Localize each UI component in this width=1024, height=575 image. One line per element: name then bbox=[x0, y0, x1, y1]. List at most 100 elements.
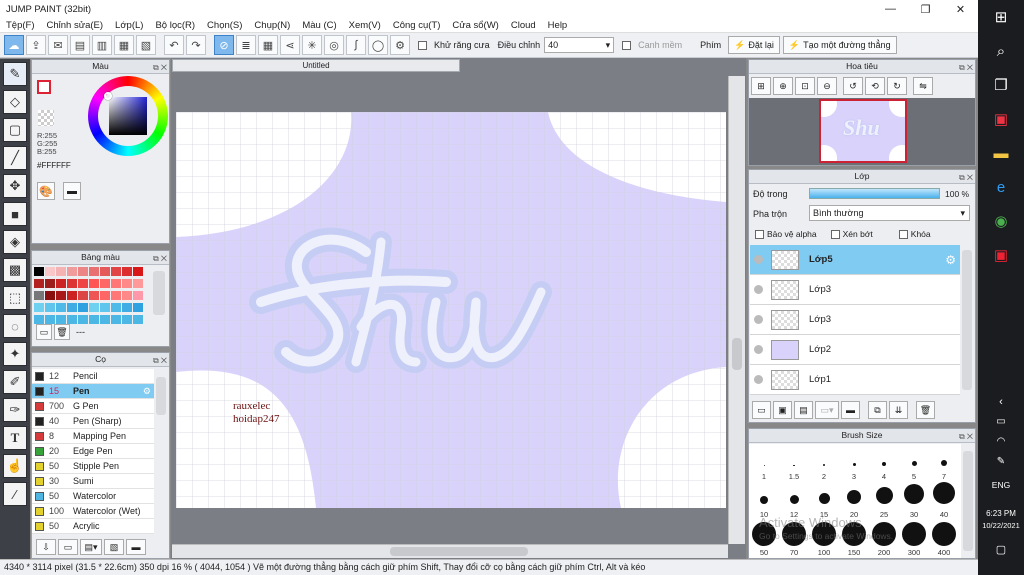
palette-swatch[interactable] bbox=[56, 267, 66, 276]
palette-swatch[interactable] bbox=[34, 291, 44, 300]
layer-row[interactable]: Lớp2 bbox=[750, 335, 960, 365]
select-tool-icon[interactable]: ⬚ bbox=[3, 286, 27, 310]
brush-item[interactable]: 50 Acrylic bbox=[32, 519, 154, 534]
new-layer-icon[interactable]: ▭ bbox=[752, 401, 771, 419]
brush-folder-icon[interactable]: ▬ bbox=[126, 539, 146, 555]
brush-size-cell[interactable]: 25 bbox=[869, 482, 899, 520]
edge-icon[interactable]: e bbox=[978, 170, 1024, 204]
brush-settings-icon[interactable]: ▧ bbox=[104, 539, 124, 555]
brush-size-cell[interactable]: 3 bbox=[839, 444, 869, 482]
page-icon[interactable]: ▦ bbox=[114, 35, 134, 55]
clip-checkbox[interactable] bbox=[830, 229, 840, 239]
brush-item[interactable]: 100 Watercolor (Wet) bbox=[32, 504, 154, 519]
palette-swatch[interactable] bbox=[100, 303, 110, 312]
snap-off-icon[interactable]: ⊘ bbox=[214, 35, 234, 55]
palette-swatch[interactable] bbox=[111, 267, 121, 276]
clock-time[interactable]: 6:23 PM bbox=[978, 509, 1024, 518]
palette-swatch[interactable] bbox=[45, 291, 55, 300]
new-layer-8bit-icon[interactable]: ▣ bbox=[773, 401, 792, 419]
message-icon[interactable]: ▤ bbox=[70, 35, 90, 55]
layer-visibility-icon[interactable] bbox=[754, 285, 763, 294]
panel-close-icon[interactable]: ⧉ ✕ bbox=[959, 61, 973, 74]
palette-swatch[interactable] bbox=[67, 291, 77, 300]
menu-layer[interactable]: Lớp(L) bbox=[109, 20, 149, 31]
snap-grid-icon[interactable]: ▦ bbox=[258, 35, 278, 55]
snap-curve-icon[interactable]: ∫ bbox=[346, 35, 366, 55]
store-icon[interactable]: ▣ bbox=[978, 102, 1024, 136]
reset-button[interactable]: ⚡ Đặt lại bbox=[728, 36, 780, 54]
brush-size-cell[interactable]: 7 bbox=[929, 444, 959, 482]
brush-item[interactable]: 20 Edge Pen bbox=[32, 444, 154, 459]
windows-start-icon[interactable]: ⊞ bbox=[978, 0, 1024, 34]
brush-download-icon[interactable]: ⇩ bbox=[36, 539, 56, 555]
document-icon[interactable]: ▥ bbox=[92, 35, 112, 55]
brush-size-cell[interactable]: 1.5 bbox=[779, 444, 809, 482]
select-pen-icon[interactable]: ✐ bbox=[3, 370, 27, 394]
brush-item[interactable]: 700 G Pen bbox=[32, 399, 154, 414]
battery-icon[interactable]: ▭ bbox=[978, 416, 1024, 427]
palette-swatch[interactable] bbox=[34, 279, 44, 288]
panel-close-icon[interactable]: ⧉ ✕ bbox=[959, 171, 973, 184]
palette-swatch[interactable] bbox=[78, 303, 88, 312]
gradient-tool-icon[interactable]: ▩ bbox=[3, 258, 27, 282]
clock-date[interactable]: 10/22/2021 bbox=[978, 521, 1024, 530]
panel-close-icon[interactable]: ⧉ ✕ bbox=[153, 354, 167, 367]
brush-size-scrollbar[interactable] bbox=[963, 451, 973, 551]
antialias-checkbox[interactable] bbox=[418, 40, 427, 50]
palette-swatch[interactable] bbox=[78, 267, 88, 276]
brush-item[interactable]: 40 Pen (Sharp) bbox=[32, 414, 154, 429]
layer-row[interactable]: Lớp1 bbox=[750, 365, 960, 395]
menu-view[interactable]: Xem(V) bbox=[343, 20, 387, 31]
grid-settings-icon[interactable]: ▧ bbox=[136, 35, 156, 55]
rotate-reset-icon[interactable]: ⟲ bbox=[865, 77, 885, 95]
chrome-icon[interactable]: ◉ bbox=[978, 204, 1024, 238]
brush-size-cell[interactable]: 400 bbox=[929, 520, 959, 558]
minimize-button[interactable]: — bbox=[873, 0, 908, 18]
palette-swatch[interactable] bbox=[45, 315, 55, 324]
close-button[interactable]: ✕ bbox=[943, 0, 978, 18]
zoom-in-icon[interactable]: ⊕ bbox=[773, 77, 793, 95]
pen-icon[interactable]: ✎ bbox=[978, 456, 1024, 467]
menu-capture[interactable]: Chụp(N) bbox=[248, 20, 296, 31]
gear-icon[interactable]: ⚙ bbox=[945, 253, 956, 267]
undo-icon[interactable]: ↶ bbox=[164, 35, 184, 55]
operation-tool-icon[interactable]: ☝ bbox=[3, 454, 27, 478]
palette-swatch[interactable] bbox=[67, 315, 77, 324]
bucket-tool-icon[interactable]: ◈ bbox=[3, 230, 27, 254]
vertical-scrollbar[interactable] bbox=[728, 76, 745, 544]
layer-folder-icon[interactable]: ▬ bbox=[841, 401, 860, 419]
brush-size-cell[interactable]: 30 bbox=[899, 482, 929, 520]
trash-icon[interactable]: 🗑 bbox=[54, 324, 70, 340]
saturation-square[interactable] bbox=[109, 97, 147, 135]
new-brush-icon[interactable]: ▭ bbox=[58, 539, 78, 555]
snap-perspective-icon[interactable]: ⋖ bbox=[280, 35, 300, 55]
hue-wheel[interactable] bbox=[88, 76, 168, 156]
protect-alpha-checkbox[interactable] bbox=[755, 229, 764, 239]
palette-swatch[interactable] bbox=[56, 315, 66, 324]
palette-swatch[interactable] bbox=[100, 279, 110, 288]
menu-tools[interactable]: Công cụ(T) bbox=[387, 20, 447, 31]
brush-item[interactable]: 12 Pencil bbox=[32, 369, 154, 384]
panel-close-icon[interactable]: ⧉ ✕ bbox=[153, 61, 167, 74]
adjust-select[interactable]: 40 ▾ bbox=[544, 37, 615, 53]
palette-swatch[interactable] bbox=[67, 279, 77, 288]
palette-swatch[interactable] bbox=[45, 303, 55, 312]
layer-row[interactable]: Lớp3 bbox=[750, 275, 960, 305]
palette-swatch[interactable] bbox=[89, 279, 99, 288]
rectangle-select-icon[interactable]: ▢ bbox=[3, 118, 27, 142]
snap-parallel-icon[interactable]: ≣ bbox=[236, 35, 256, 55]
snap-settings-icon[interactable]: ⚙ bbox=[390, 35, 410, 55]
palette-swatch[interactable] bbox=[122, 267, 132, 276]
menu-edit[interactable]: Chỉnh sửa(E) bbox=[41, 20, 110, 31]
transparent-swatch[interactable] bbox=[38, 110, 54, 126]
menu-cloud[interactable]: Cloud bbox=[505, 20, 542, 31]
palette-swatch[interactable] bbox=[78, 315, 88, 324]
palette-swatch[interactable] bbox=[100, 315, 110, 324]
menu-help[interactable]: Help bbox=[542, 20, 574, 31]
layer-row[interactable]: Lớp3 bbox=[750, 305, 960, 335]
palette-swatch[interactable] bbox=[34, 315, 44, 324]
redo-icon[interactable]: ↷ bbox=[186, 35, 206, 55]
palette-swatch[interactable] bbox=[67, 267, 77, 276]
palette-swatch[interactable] bbox=[56, 291, 66, 300]
palette-swatch[interactable] bbox=[89, 267, 99, 276]
